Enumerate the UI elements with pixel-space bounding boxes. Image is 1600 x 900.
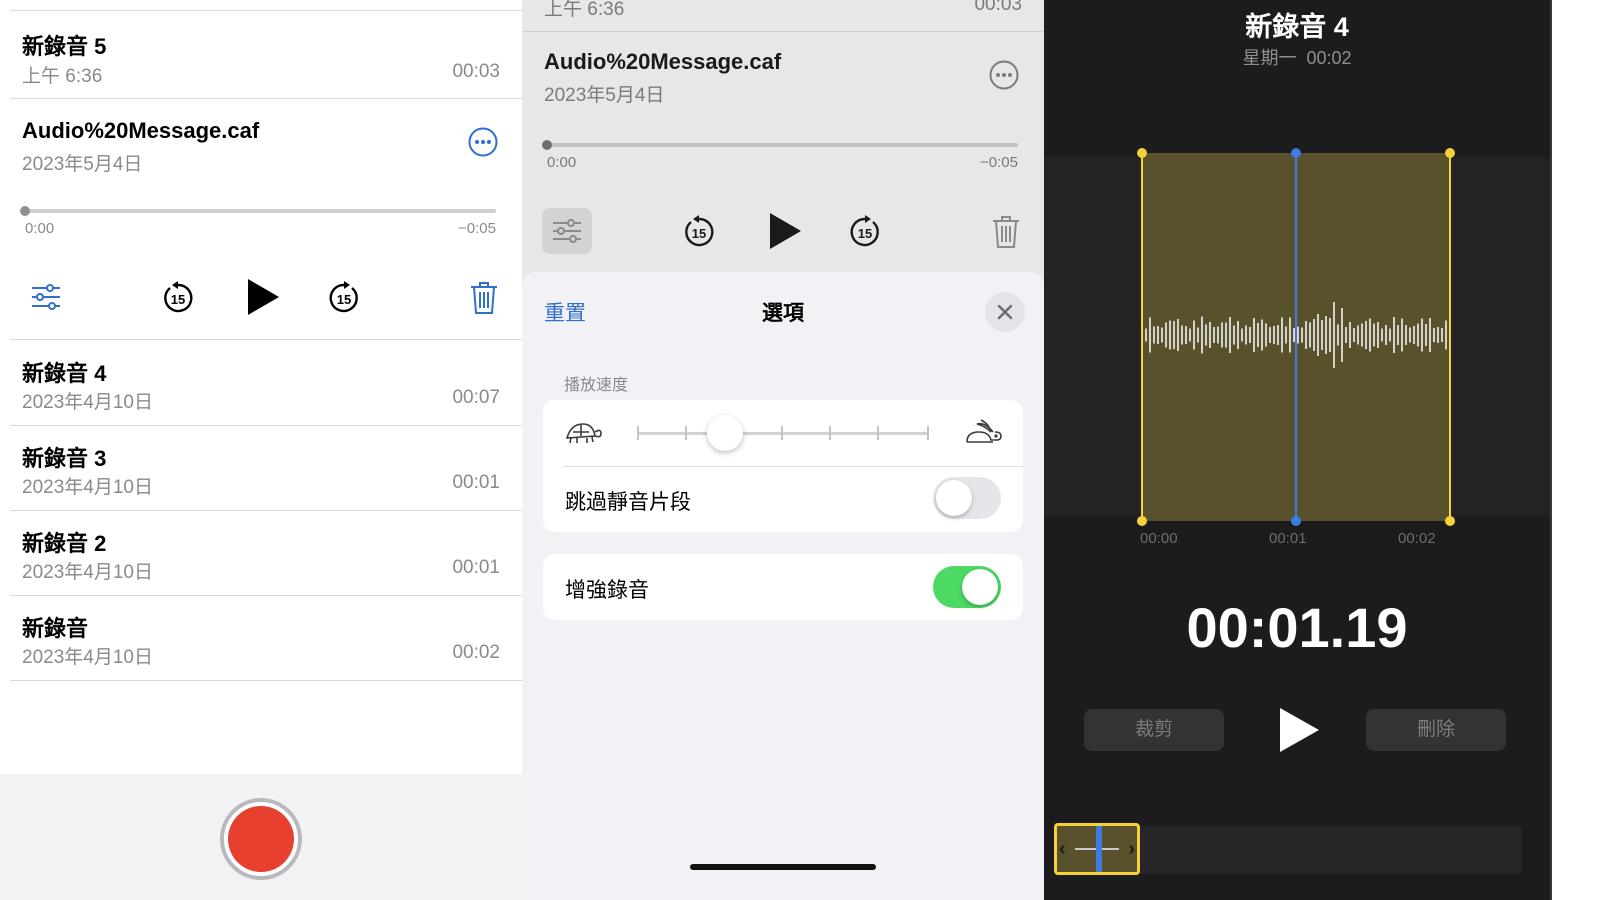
recording-date: 上午 6:36 bbox=[22, 66, 103, 87]
recording-date: 2023年4月10日 bbox=[22, 392, 153, 413]
enhance-card: 增強錄音 bbox=[543, 554, 1023, 620]
options-sheet: 重置 選項 播放速度 跳過靜音片段 增強錄音 bbox=[522, 272, 1044, 900]
recording-duration: 00:03 bbox=[452, 61, 500, 82]
enhance-toggle[interactable] bbox=[933, 566, 1001, 608]
elapsed-time: 0:00 bbox=[25, 220, 55, 237]
skip-forward-label: 15 bbox=[337, 292, 351, 307]
skip-silence-toggle[interactable] bbox=[933, 477, 1001, 519]
recording-duration: 00:07 bbox=[452, 387, 500, 408]
playback-scrubber[interactable] bbox=[22, 209, 496, 213]
recording-row-3[interactable]: 新錄音 3 2023年4月10日 00:01 bbox=[0, 426, 522, 510]
recording-date: 2023年4月10日 bbox=[22, 647, 153, 668]
home-indicator bbox=[690, 864, 876, 870]
subtitle-day: 星期一 bbox=[1242, 48, 1297, 68]
skip-forward-15-icon[interactable]: 15 bbox=[847, 214, 883, 250]
recording-date: 2023年5月4日 bbox=[544, 85, 665, 106]
recording-duration: 00:02 bbox=[452, 642, 500, 663]
record-bar bbox=[0, 774, 522, 900]
trim-end-handle-top[interactable] bbox=[1445, 148, 1455, 158]
sliders-icon[interactable] bbox=[30, 281, 62, 313]
chevron-right-icon: › bbox=[1128, 838, 1135, 860]
ellipsis-circle-icon[interactable] bbox=[467, 126, 499, 158]
recording-row-1[interactable]: 新錄音 2023年4月10日 00:02 bbox=[0, 596, 522, 680]
sheet-title: 選項 bbox=[762, 302, 804, 325]
row-separator bbox=[10, 10, 522, 11]
edit-screen: 新錄音 4 星期一 00:02 00:00 00:01 00:02 00:01.… bbox=[1044, 0, 1550, 900]
speed-slider-thumb[interactable] bbox=[707, 415, 743, 451]
record-button-icon[interactable] bbox=[220, 798, 302, 880]
turtle-icon bbox=[563, 420, 603, 446]
trim-end-handle-bottom[interactable] bbox=[1445, 516, 1455, 526]
skip-back-15-icon[interactable]: 15 bbox=[160, 280, 196, 316]
playhead-handle-bottom[interactable] bbox=[1291, 516, 1301, 526]
trash-icon[interactable] bbox=[470, 281, 498, 315]
recording-title: 新錄音 bbox=[22, 616, 89, 641]
overview-playhead[interactable] bbox=[1096, 826, 1102, 872]
ruler-label: 00:02 bbox=[1398, 530, 1436, 547]
trim-start-handle-bottom[interactable] bbox=[1137, 516, 1147, 526]
background-row-date: 上午 6:36 bbox=[544, 0, 625, 20]
options-button[interactable] bbox=[542, 208, 592, 254]
scrubber-knob[interactable] bbox=[20, 206, 30, 216]
ruler-label: 00:00 bbox=[1140, 530, 1178, 547]
skip-forward-15-icon[interactable]: 15 bbox=[326, 280, 362, 316]
recording-row-4[interactable]: 新錄音 4 2023年4月10日 00:07 bbox=[0, 340, 522, 425]
recordings-list-screen: 新錄音 5 上午 6:36 00:03 Audio%20Message.caf … bbox=[0, 0, 522, 900]
recording-date: 2023年4月10日 bbox=[22, 477, 153, 498]
recording-title: Audio%20Message.caf bbox=[22, 118, 260, 143]
enhance-label: 增強錄音 bbox=[565, 579, 649, 602]
recording-title: 新錄音 4 bbox=[22, 361, 107, 386]
close-button[interactable] bbox=[985, 292, 1025, 332]
overview-selection[interactable]: ‹ › bbox=[1054, 823, 1140, 875]
row-separator bbox=[522, 31, 1044, 32]
ruler-label: 00:01 bbox=[1269, 530, 1307, 547]
trim-start-handle-top[interactable] bbox=[1137, 148, 1147, 158]
play-icon[interactable] bbox=[245, 277, 281, 317]
skip-forward-label: 15 bbox=[858, 226, 872, 241]
background-row-duration: 00:03 bbox=[974, 0, 1022, 15]
scrubber-knob[interactable] bbox=[542, 140, 552, 150]
playback-scrubber[interactable] bbox=[544, 143, 1018, 147]
recording-title: Audio%20Message.caf bbox=[544, 49, 782, 74]
trim-button[interactable]: 裁剪 bbox=[1084, 709, 1224, 751]
recording-subtitle: 星期一 00:02 bbox=[1044, 44, 1550, 70]
recording-title: 新錄音 4 bbox=[1245, 12, 1349, 42]
remaining-time: −0:05 bbox=[980, 154, 1018, 171]
skip-back-15-icon[interactable]: 15 bbox=[681, 214, 717, 250]
playhead-handle-top[interactable] bbox=[1291, 148, 1301, 158]
skip-back-label: 15 bbox=[692, 226, 706, 241]
recording-title: 新錄音 2 bbox=[22, 531, 107, 556]
time-display: 00:01.19 bbox=[1186, 596, 1408, 659]
remaining-time: −0:05 bbox=[458, 220, 496, 237]
skip-silence-label: 跳過靜音片段 bbox=[565, 491, 691, 514]
sliders-icon bbox=[551, 215, 583, 247]
close-icon bbox=[997, 304, 1013, 320]
play-icon[interactable] bbox=[1277, 706, 1321, 754]
recording-duration: 00:01 bbox=[452, 472, 500, 493]
recording-row-expanded: Audio%20Message.caf 2023年5月4日 0:00 −0:05… bbox=[0, 99, 522, 339]
recording-duration: 00:01 bbox=[452, 557, 500, 578]
ellipsis-circle-icon[interactable] bbox=[988, 59, 1020, 91]
playhead-line[interactable] bbox=[1295, 153, 1297, 521]
row-separator bbox=[10, 680, 522, 681]
skip-back-label: 15 bbox=[171, 292, 185, 307]
recording-title: 新錄音 3 bbox=[22, 446, 107, 471]
speed-section-label: 播放速度 bbox=[564, 377, 629, 394]
next-screen-edge bbox=[1550, 0, 1600, 900]
chevron-left-icon: ‹ bbox=[1059, 838, 1066, 860]
recording-title: 新錄音 5 bbox=[22, 34, 107, 59]
recording-row-5[interactable]: 新錄音 5 上午 6:36 00:03 bbox=[0, 12, 522, 98]
speed-and-silence-card: 跳過靜音片段 bbox=[543, 400, 1023, 532]
subtitle-time: 00:02 bbox=[1306, 48, 1352, 68]
speed-slider-track[interactable] bbox=[637, 432, 929, 435]
delete-button[interactable]: 刪除 bbox=[1366, 709, 1506, 751]
rabbit-icon bbox=[963, 418, 1003, 448]
elapsed-time: 0:00 bbox=[547, 154, 577, 171]
options-screen: 上午 6:36 00:03 Audio%20Message.caf 2023年5… bbox=[522, 0, 1044, 900]
play-icon[interactable] bbox=[767, 211, 803, 251]
recording-row-2[interactable]: 新錄音 2 2023年4月10日 00:01 bbox=[0, 511, 522, 595]
trash-icon[interactable] bbox=[992, 215, 1020, 249]
recording-date: 2023年5月4日 bbox=[22, 154, 143, 175]
recording-date: 2023年4月10日 bbox=[22, 562, 153, 583]
